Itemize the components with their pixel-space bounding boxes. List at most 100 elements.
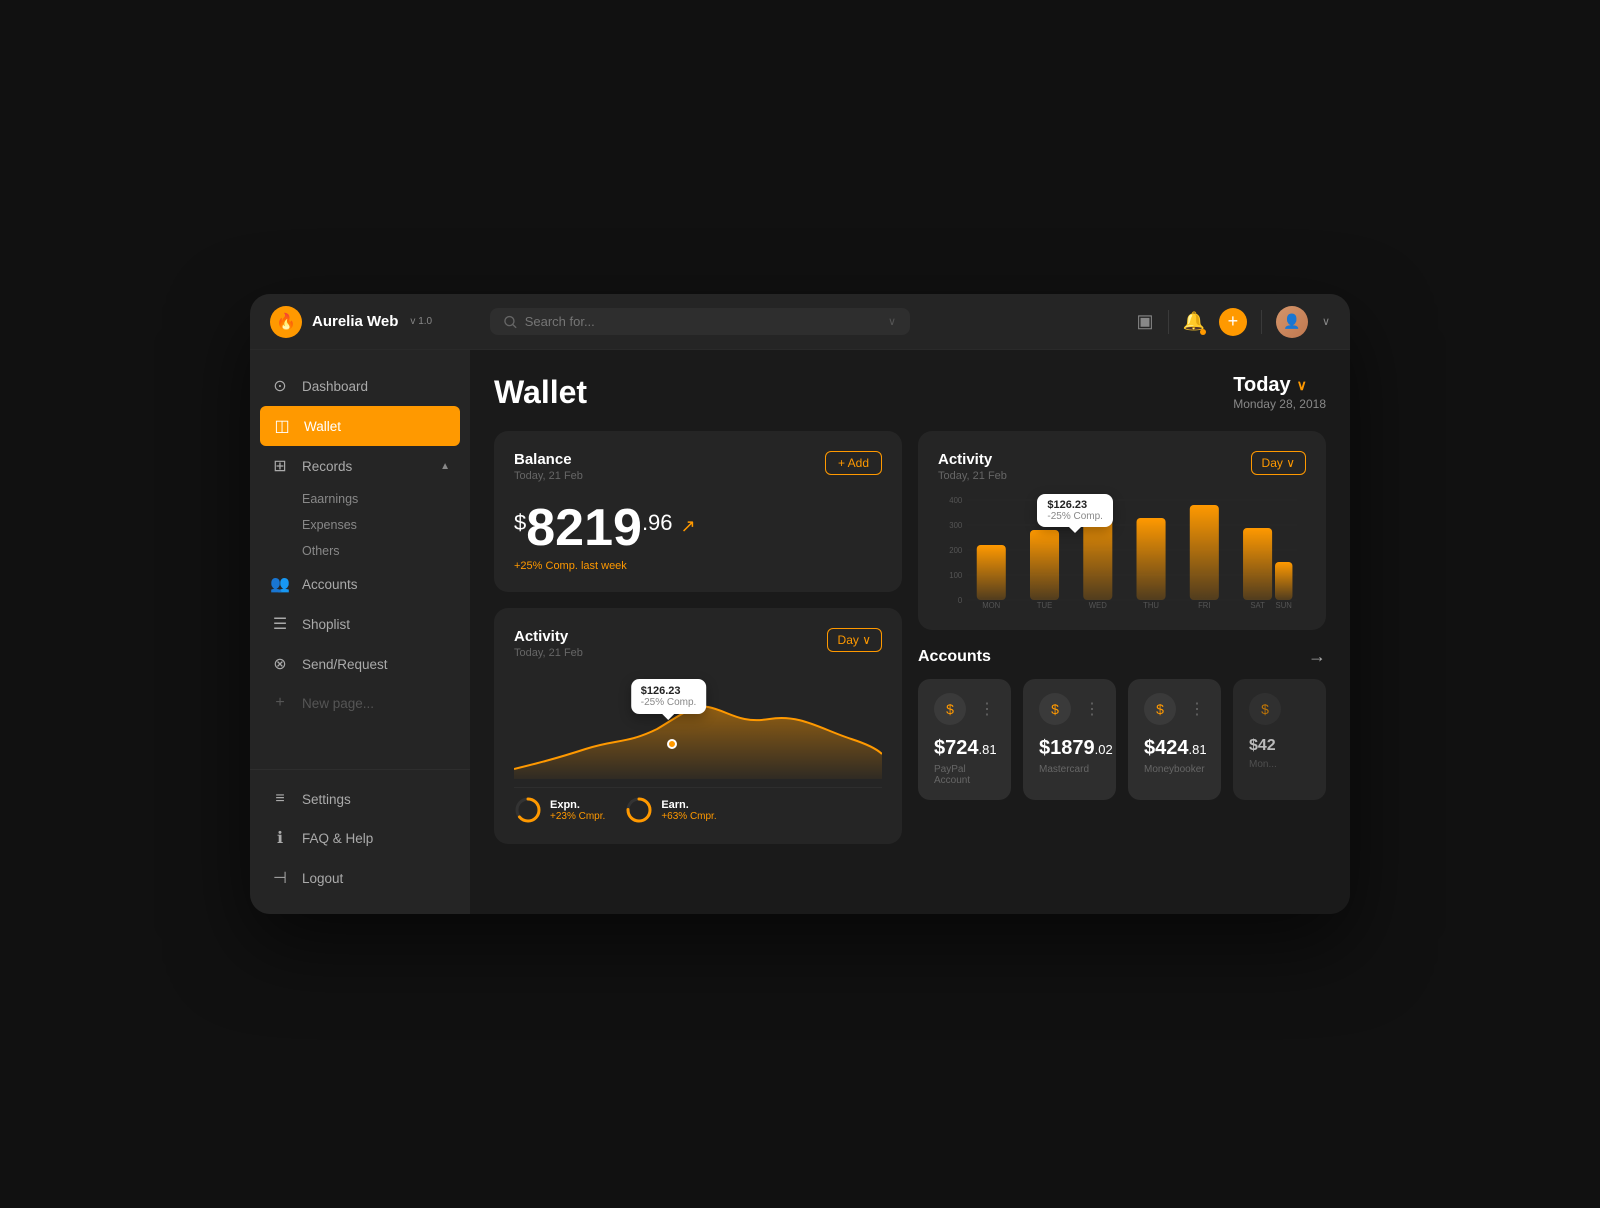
balance-growth: +25% Comp. last week — [514, 560, 882, 572]
account-paypal-cents: .81 — [979, 742, 997, 757]
account-card-paypal: $ ⋮ $724.81 PayPal Account — [918, 679, 1011, 800]
account-mc-cents: .02 — [1095, 742, 1113, 757]
activity-large-title: Activity — [938, 451, 1007, 468]
logo-area: 🔥 Aurelia Web v 1.0 — [270, 306, 490, 338]
date-selector[interactable]: Today ∨ Monday 28, 2018 — [1233, 374, 1326, 411]
sidebar-item-logout[interactable]: ⊣ Logout — [250, 858, 470, 898]
submenu-earnings[interactable]: Eaarnings — [302, 486, 470, 512]
divider2 — [1261, 310, 1262, 334]
window-icon[interactable]: ▣ — [1137, 311, 1154, 332]
date-today: Today ∨ — [1233, 374, 1326, 397]
balance-header: Balance Today, 21 Feb + Add — [514, 451, 882, 482]
account-mc-menu[interactable]: ⋮ — [1084, 699, 1100, 719]
balance-amount: $ 8219 .96 ↗ — [514, 502, 882, 554]
search-input[interactable] — [525, 314, 880, 329]
activity-large-card: Activity Today, 21 Feb Day ∨ $126.23 -25… — [918, 431, 1326, 630]
accounts-header: Accounts → — [918, 646, 1326, 667]
header: 🔥 Aurelia Web v 1.0 ∨ ▣ 🔔 + 👤 ∨ — [250, 294, 1350, 350]
notification-icon[interactable]: 🔔 — [1183, 311, 1205, 332]
page-title: Wallet — [494, 374, 587, 411]
account-partial-name: Mon... — [1249, 759, 1310, 770]
account-mb-main: $424 — [1144, 737, 1189, 759]
main-grid: Balance Today, 21 Feb + Add $ 8219 .96 ↗… — [494, 431, 1326, 844]
accounts-section: Accounts → $ ⋮ $724.81 — [918, 646, 1326, 800]
sidebar-item-settings[interactable]: ≡ Settings — [250, 780, 470, 818]
sidebar-item-records[interactable]: ⊞ Records ▲ — [250, 446, 470, 486]
expense-ring-icon — [514, 796, 542, 824]
activity-small-card: Activity Today, 21 Feb Day ∨ $126.23 -25… — [494, 608, 902, 844]
bar-chart-svg: 400 300 200 100 0 — [938, 490, 1306, 610]
balance-arrow: ↗ — [681, 516, 696, 537]
sidebar-item-faq[interactable]: ℹ FAQ & Help — [250, 818, 470, 858]
avatar-image: 👤 — [1276, 306, 1308, 338]
stat-earn-label: Earn. — [661, 799, 716, 811]
accounts-title: Accounts — [918, 648, 991, 666]
balance-add-button[interactable]: + Add — [825, 451, 882, 475]
submenu-others[interactable]: Others — [302, 538, 470, 564]
account-mc-amount: $1879.02 — [1039, 737, 1100, 760]
sidebar-label-settings: Settings — [302, 792, 351, 807]
activity-large-title-group: Activity Today, 21 Feb — [938, 451, 1007, 482]
shoplist-icon: ☰ — [270, 614, 290, 634]
balance-card: Balance Today, 21 Feb + Add $ 8219 .96 ↗… — [494, 431, 902, 592]
sidebar-label-shoplist: Shoplist — [302, 617, 350, 632]
submenu-expenses[interactable]: Expenses — [302, 512, 470, 538]
svg-text:WED: WED — [1089, 601, 1107, 610]
svg-text:MON: MON — [982, 601, 1000, 610]
faq-icon: ℹ — [270, 828, 290, 848]
line-chart-area: $126.23 -25% Comp. — [514, 669, 882, 779]
bar-tooltip-amount: $126.23 — [1047, 499, 1103, 511]
account-partial-main: $42 — [1249, 737, 1276, 754]
left-column: Balance Today, 21 Feb + Add $ 8219 .96 ↗… — [494, 431, 902, 844]
tooltip-sub: -25% Comp. — [641, 697, 697, 708]
avatar[interactable]: 👤 — [1276, 306, 1308, 338]
account-partial-header: $ — [1249, 693, 1310, 725]
sidebar-item-shoplist[interactable]: ☰ Shoplist — [250, 604, 470, 644]
svg-text:100: 100 — [949, 571, 963, 580]
account-paypal-menu[interactable]: ⋮ — [979, 699, 995, 719]
account-mb-menu[interactable]: ⋮ — [1189, 699, 1205, 719]
account-mc-name: Mastercard — [1039, 764, 1100, 775]
accounts-arrow-icon[interactable]: → — [1308, 646, 1326, 667]
bar-chart-tooltip: $126.23 -25% Comp. — [1037, 494, 1113, 527]
accounts-list: $ ⋮ $724.81 PayPal Account $ — [918, 679, 1326, 800]
svg-text:200: 200 — [949, 546, 963, 555]
sidebar-item-newpage[interactable]: + New page... — [250, 684, 470, 722]
sidebar-nav: ⊙ Dashboard ◫ Wallet ⊞ Records ▲ Eaarnin… — [250, 366, 470, 759]
settings-icon: ≡ — [270, 790, 290, 808]
activity-large-sub: Today, 21 Feb — [938, 470, 1007, 482]
date-sub: Monday 28, 2018 — [1233, 397, 1326, 411]
sidebar-label-wallet: Wallet — [304, 419, 341, 434]
divider — [1168, 310, 1169, 334]
header-actions: ▣ 🔔 + 👤 ∨ — [1137, 306, 1331, 338]
date-chevron: ∨ — [1297, 377, 1307, 394]
search-bar[interactable]: ∨ — [490, 308, 910, 335]
search-chevron: ∨ — [888, 315, 896, 328]
accounts-icon: 👥 — [270, 574, 290, 594]
activity-small-day-selector[interactable]: Day ∨ — [827, 628, 882, 652]
sidebar-label-sendrequest: Send/Request — [302, 657, 388, 672]
sidebar-item-dashboard[interactable]: ⊙ Dashboard — [250, 366, 470, 406]
sidebar-label-newpage: New page... — [302, 696, 374, 711]
app-name: Aurelia Web — [312, 313, 398, 330]
tooltip-amount: $126.23 — [641, 685, 697, 697]
add-button[interactable]: + — [1219, 308, 1247, 336]
bar-tooltip-arrow — [1069, 527, 1081, 533]
sidebar-item-accounts[interactable]: 👥 Accounts — [250, 564, 470, 604]
line-chart-tooltip: $126.23 -25% Comp. — [631, 679, 707, 714]
sidebar-item-sendrequest[interactable]: ⊗ Send/Request — [250, 644, 470, 684]
sidebar-item-wallet[interactable]: ◫ Wallet — [260, 406, 460, 446]
dashboard-icon: ⊙ — [270, 376, 290, 396]
newpage-icon: + — [270, 694, 290, 712]
balance-main: 8219 — [526, 502, 642, 554]
avatar-chevron[interactable]: ∨ — [1322, 315, 1330, 328]
activity-large-day-selector[interactable]: Day ∨ — [1251, 451, 1306, 475]
logo-icon: 🔥 — [270, 306, 302, 338]
sidebar-label-dashboard: Dashboard — [302, 379, 368, 394]
chart-dot — [667, 739, 677, 749]
account-paypal-amount: $724.81 — [934, 737, 995, 760]
svg-text:400: 400 — [949, 496, 963, 505]
earn-ring-icon — [625, 796, 653, 824]
records-chevron: ▲ — [440, 461, 450, 472]
stat-expense-label: Expn. — [550, 799, 605, 811]
